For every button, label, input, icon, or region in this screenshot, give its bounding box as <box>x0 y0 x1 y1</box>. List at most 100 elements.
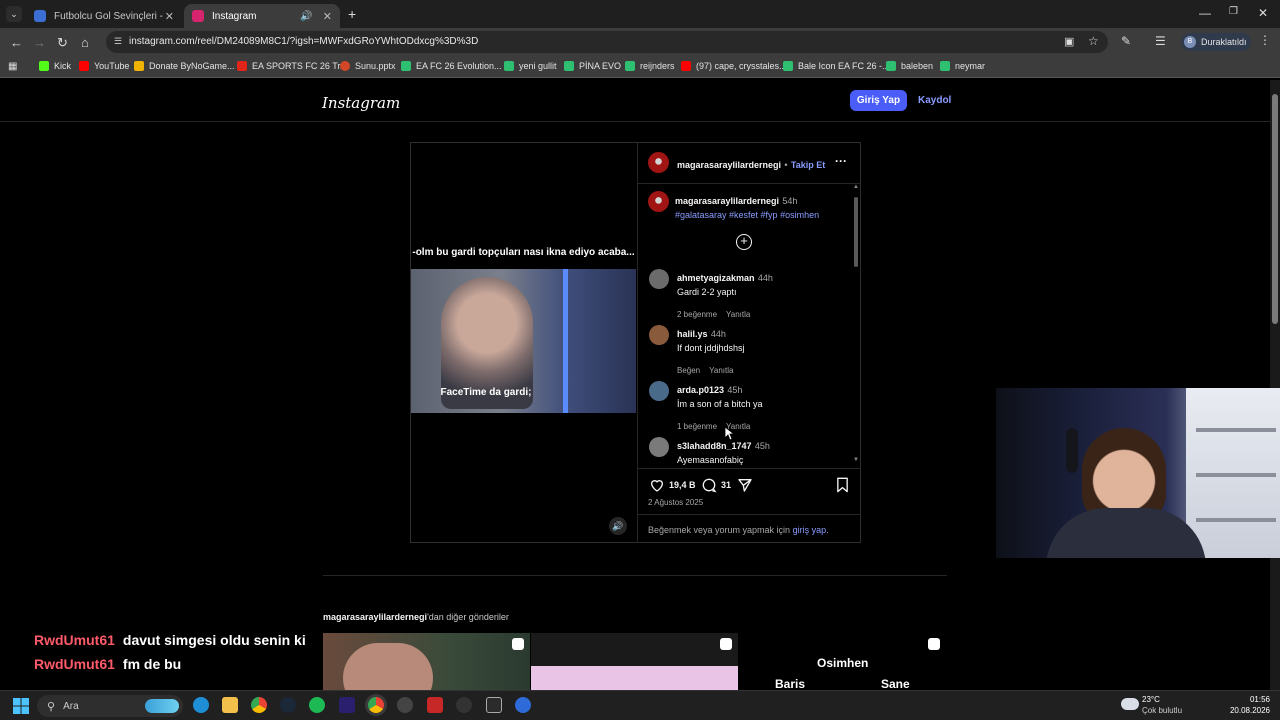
close-icon[interactable]: ✕ <box>323 10 332 23</box>
file-explorer-icon[interactable] <box>222 697 238 713</box>
bookmark-item[interactable]: YouTube <box>79 61 129 71</box>
bookmark-item[interactable]: neymar <box>940 61 985 71</box>
page-scrollbar-thumb[interactable] <box>1272 94 1278 324</box>
epic-games-icon[interactable] <box>486 697 502 713</box>
avatar[interactable] <box>648 152 669 173</box>
bookmark-item[interactable]: Kick <box>39 61 71 71</box>
bookmark-item[interactable]: yeni gullit <box>504 61 557 71</box>
forward-icon[interactable]: → <box>33 35 46 50</box>
bookmark-item[interactable]: EA SPORTS FC 26 Tr... <box>237 61 347 71</box>
post-username[interactable]: magarasaraylilardernegi <box>677 160 781 170</box>
bookmark-item[interactable]: PİNA EVO <box>564 61 621 71</box>
avatar[interactable] <box>649 437 669 457</box>
thumbnail-face <box>343 643 433 690</box>
reply-link[interactable]: Yanıtla <box>726 310 750 319</box>
edge-icon[interactable] <box>193 697 209 713</box>
windows-start-icon[interactable] <box>13 698 29 714</box>
weather-widget[interactable]: 23°C Çok bulutlu <box>1142 694 1182 716</box>
weather-desc: Çok bulutlu <box>1142 706 1183 715</box>
reload-icon[interactable]: ↻ <box>57 35 68 51</box>
comment-username[interactable]: s3lahadd8n_1747 <box>677 441 752 451</box>
bookmark-item[interactable]: EA FC 26 Evolution... <box>401 61 502 71</box>
load-more-comments-icon[interactable]: + <box>736 234 752 250</box>
caption-username[interactable]: magarasaraylilardernegi <box>675 196 779 206</box>
app-icon[interactable] <box>456 697 472 713</box>
bookmark-item[interactable]: Sunu.pptx <box>340 61 396 71</box>
home-icon[interactable]: ⌂ <box>81 35 89 50</box>
spotify-icon[interactable] <box>309 697 325 713</box>
bookmark-star-icon[interactable]: ☆ <box>1088 34 1099 48</box>
window-close-icon[interactable]: ✕ <box>1258 6 1268 20</box>
page-scrollbar[interactable] <box>1270 80 1280 690</box>
minimize-icon[interactable]: — <box>1199 6 1211 20</box>
tab-futbolcu[interactable]: Futbolcu Gol Sevinçleri - Tier Li ✕ <box>26 4 182 28</box>
chrome-active-icon[interactable] <box>368 697 384 713</box>
steam-icon[interactable] <box>280 697 296 713</box>
app-icon[interactable] <box>427 697 443 713</box>
tab-search-icon[interactable]: ⌄ <box>6 6 22 22</box>
menu-icon[interactable]: ⋮ <box>1259 33 1271 47</box>
share-icon[interactable] <box>737 477 753 493</box>
like-count[interactable]: 19,4 B <box>669 480 696 490</box>
post-thumbnail[interactable] <box>323 633 530 690</box>
post-thumbnail[interactable]: Osimhen Baris Sane <box>739 633 946 690</box>
comment-likes[interactable]: 1 beğenme <box>677 422 717 431</box>
install-app-icon[interactable]: ▣ <box>1064 35 1074 48</box>
avatar[interactable] <box>649 381 669 401</box>
comment-username[interactable]: arda.p0123 <box>677 385 724 395</box>
obs-icon[interactable] <box>397 697 413 713</box>
comment-count[interactable]: 31 <box>721 480 731 490</box>
extensions-icon[interactable]: ✎ <box>1121 34 1131 48</box>
bookmark-item[interactable]: (97) cape, crysstales... <box>681 61 787 71</box>
speaker-icon[interactable]: 🔊 <box>300 11 312 22</box>
follow-button[interactable]: Takip Et <box>791 160 825 170</box>
signup-link[interactable]: Kaydol <box>918 95 951 106</box>
scrollbar-thumb[interactable] <box>854 197 858 267</box>
premiere-icon[interactable] <box>339 697 355 713</box>
bookmark-item[interactable]: reijnders <box>625 61 675 71</box>
new-tab-button[interactable]: + <box>348 6 356 22</box>
more-posts-username[interactable]: magarasaraylilardernegi <box>323 612 427 622</box>
address-bar[interactable]: ☰ instagram.com/reel/DM24089M8C1/?igsh=M… <box>106 31 1108 53</box>
taskbar-search[interactable]: ⚲ Ara <box>37 695 183 717</box>
login-prompt-link[interactable]: giriş yap <box>793 525 827 535</box>
futbin-icon <box>504 61 514 71</box>
caption-hashtags[interactable]: #galatasaray #kesfet #fyp #osimhen <box>675 210 819 220</box>
heart-icon[interactable] <box>649 477 665 493</box>
like-link[interactable]: Beğen <box>677 366 700 375</box>
bookmark-item[interactable]: Bale Icon EA FC 26 -... <box>783 61 890 71</box>
comment-username[interactable]: halil.ys <box>677 329 708 339</box>
sound-icon[interactable]: 🔊 <box>609 517 627 535</box>
site-info-icon[interactable]: ☰ <box>114 36 122 47</box>
reply-link[interactable]: Yanıtla <box>709 366 733 375</box>
bookmark-icon[interactable] <box>835 477 850 493</box>
scroll-down-icon[interactable]: ▼ <box>853 457 859 463</box>
system-clock[interactable]: 01:56 20.08.2026 <box>1230 694 1270 716</box>
url-text[interactable]: instagram.com/reel/DM24089M8C1/?igsh=MWF… <box>129 36 478 47</box>
bookmark-item[interactable]: baleben <box>886 61 933 71</box>
avatar[interactable] <box>649 325 669 345</box>
avatar[interactable] <box>649 269 669 289</box>
comment-time: 45h <box>727 385 743 395</box>
maximize-icon[interactable]: ❐ <box>1229 6 1238 17</box>
post-thumbnail[interactable] <box>531 633 738 690</box>
instagram-logo[interactable]: Instagram <box>322 94 400 112</box>
comment-icon[interactable] <box>701 477 717 493</box>
chrome-icon[interactable] <box>251 697 267 713</box>
reel-video[interactable]: -olm bu gardi topçuları nası ikna ediyo … <box>411 143 636 542</box>
reading-list-icon[interactable]: ☰ <box>1155 34 1166 48</box>
comments-scrollbar[interactable]: ▲ ▼ <box>853 184 859 463</box>
tab-instagram[interactable]: Instagram 🔊 ✕ <box>184 4 340 28</box>
comment-username[interactable]: ahmetyagizakman <box>677 273 755 283</box>
avatar[interactable] <box>648 191 669 212</box>
bookmark-item[interactable]: Donate ByNoGame... <box>134 61 235 71</box>
apps-icon[interactable]: ▦ <box>8 61 17 72</box>
back-icon[interactable]: ← <box>10 35 23 50</box>
scroll-up-icon[interactable]: ▲ <box>853 184 859 190</box>
login-button[interactable]: Giriş Yap <box>850 90 907 111</box>
ea-app-icon[interactable] <box>515 697 531 713</box>
close-icon[interactable]: ✕ <box>165 10 174 23</box>
more-options-icon[interactable]: ··· <box>835 154 847 168</box>
profile-button[interactable]: B Duraklatıldı <box>1181 33 1251 51</box>
comment-likes[interactable]: 2 beğenme <box>677 310 717 319</box>
